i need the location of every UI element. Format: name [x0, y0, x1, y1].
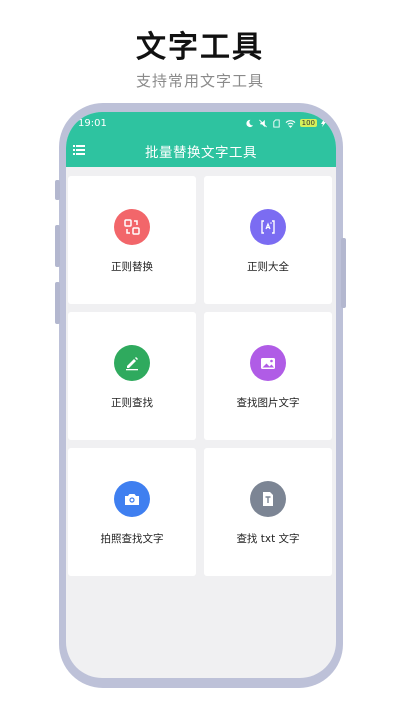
card-regex-find[interactable]: 正则查找 — [68, 312, 196, 440]
card-label: 正则大全 — [247, 261, 289, 273]
card-label: 正则替换 — [111, 261, 153, 273]
status-icons: 100 — [245, 118, 326, 128]
card-regex-library[interactable]: 正则大全 — [204, 176, 332, 304]
volume-down-button — [55, 225, 60, 267]
wifi-icon — [285, 119, 296, 128]
side-button — [55, 282, 60, 324]
status-time: 19:01 — [78, 117, 107, 129]
card-find-txt-text[interactable]: 查找 txt 文字 — [204, 448, 332, 576]
pencil-icon — [126, 357, 138, 371]
icon-circle — [250, 345, 286, 381]
battery-indicator: 100 — [299, 119, 317, 127]
swap-icon — [124, 219, 140, 235]
promo-title: 文字工具 — [136, 30, 264, 65]
icon-circle — [250, 209, 286, 245]
moon-icon — [246, 119, 253, 127]
volume-up-button — [55, 180, 60, 200]
card-regex-replace[interactable]: 正则替换 — [68, 176, 196, 304]
regex-icon — [261, 220, 275, 234]
icon-circle — [114, 209, 150, 245]
icon-circle — [114, 345, 150, 381]
card-label: 查找图片文字 — [236, 397, 300, 409]
text-file-icon — [263, 492, 273, 506]
status-bar: 19:01 100 — [66, 112, 336, 134]
app-bar: 批量替换文字工具 — [66, 134, 336, 167]
card-camera-find-text[interactable]: 拍照查找文字 — [68, 448, 196, 576]
sim-icon — [272, 118, 280, 128]
silent-icon — [258, 119, 267, 127]
card-label: 查找 txt 文字 — [236, 533, 300, 545]
card-label: 拍照查找文字 — [100, 533, 164, 545]
phone-screen: 19:01 100 批量替换文字工具 正则替换 正则大全 正则查找 查找图片文字… — [66, 112, 336, 678]
app-title: 批量替换文字工具 — [145, 144, 257, 161]
power-button — [341, 238, 346, 308]
menu-icon[interactable] — [73, 145, 85, 155]
image-icon — [261, 358, 275, 369]
card-label: 正则查找 — [111, 397, 153, 409]
promo-subtitle: 支持常用文字工具 — [135, 72, 264, 90]
card-find-image-text[interactable]: 查找图片文字 — [204, 312, 332, 440]
icon-circle — [114, 481, 150, 517]
tool-grid: 正则替换 正则大全 正则查找 查找图片文字 拍照查找文字 查找 txt 文字 — [68, 176, 332, 576]
camera-icon — [125, 494, 139, 505]
icon-circle — [250, 481, 286, 517]
